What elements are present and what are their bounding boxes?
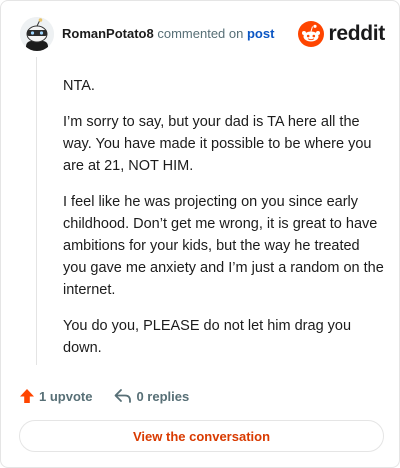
- replies-button[interactable]: 0 replies: [114, 388, 189, 404]
- avatar-snoo-icon: [20, 17, 54, 51]
- replies-count: 0 replies: [136, 388, 190, 404]
- comment-paragraph: I’m sorry to say, but your dad is TA her…: [63, 114, 372, 174]
- thread-line: [36, 57, 37, 365]
- comment-paragraph: NTA.: [63, 78, 95, 94]
- comment-meta: RomanPotato8 commented on post: [62, 26, 274, 42]
- comment-embed-card: RomanPotato8 commented on post reddit NT…: [0, 0, 400, 468]
- avatar[interactable]: [20, 17, 54, 51]
- upvote-button[interactable]: 1 upvote: [19, 388, 92, 404]
- view-conversation-button[interactable]: View the conversation: [19, 420, 384, 452]
- username-link[interactable]: RomanPotato8: [62, 26, 154, 41]
- comment-header: RomanPotato8 commented on post reddit: [20, 17, 385, 51]
- upvote-count: 1 upvote: [39, 388, 93, 404]
- reddit-wordmark: reddit: [328, 22, 385, 45]
- reddit-logo[interactable]: reddit: [298, 20, 385, 48]
- comment-actions: 1 upvote 0 replies: [19, 385, 211, 407]
- post-link[interactable]: post: [247, 26, 274, 41]
- upvote-arrow-icon: [20, 389, 34, 403]
- comment-paragraph: You do you, PLEASE do not let him drag y…: [63, 318, 352, 356]
- reply-arrow-icon: [115, 389, 132, 403]
- comment-paragraph: I feel like he was projecting on you sin…: [63, 194, 384, 298]
- comment-body: NTA. I’m sorry to say, but your dad is T…: [63, 75, 385, 373]
- commented-on-text: commented on: [157, 26, 244, 41]
- reddit-logo-icon: [298, 21, 325, 47]
